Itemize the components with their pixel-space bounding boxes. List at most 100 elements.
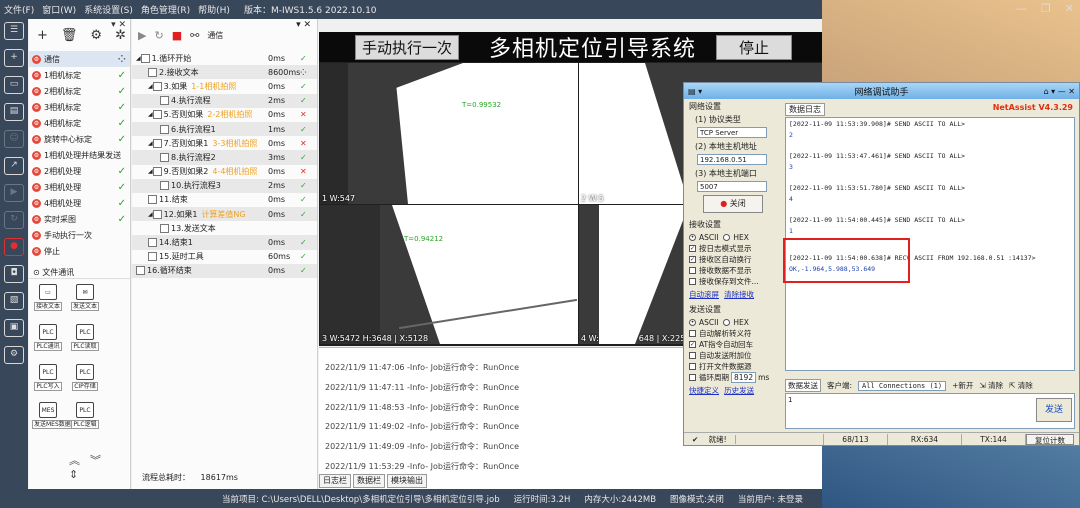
netassist-window-controls[interactable]: ⌂ ▾ — ✕ xyxy=(1044,87,1075,96)
recv-option[interactable]: 接收保存到文件... xyxy=(689,276,782,287)
tool-send-mes[interactable]: MES 发送MES数据 xyxy=(32,402,73,429)
reset-count-button[interactable]: 复位计数 xyxy=(1026,433,1074,445)
play-icon[interactable]: ▶ xyxy=(4,184,24,202)
app-menu-icon[interactable]: ▤ ▾ xyxy=(688,87,702,96)
flow-row[interactable]: ◢ 7.否则如果1 3-3相机拍照 0ms ✕ xyxy=(132,136,317,150)
minimize-icon[interactable]: — xyxy=(1016,2,1027,15)
save-icon[interactable]: ▤ xyxy=(4,103,24,121)
restore-icon[interactable]: ❐ xyxy=(1041,2,1051,15)
flow-row[interactable]: ◢ 9.否则如果2 4-4相机拍照 0ms ✕ xyxy=(132,165,317,179)
flow-row[interactable]: 4.执行流程 2ms ✓ xyxy=(132,93,317,108)
list-item[interactable]: ⚙ 4相机标定 ✓ xyxy=(29,115,130,131)
list-item[interactable]: ⚙ 通信 ⁘ xyxy=(29,51,130,67)
flow-row[interactable]: ◢ 1.循环开始 0ms ✓ xyxy=(132,51,317,65)
recv-option[interactable]: ✓ 按日志模式显示 xyxy=(689,243,782,254)
loop-run-icon[interactable]: ↻ xyxy=(154,29,163,42)
list-item[interactable]: ⚙ 旋转中心标定 ✓ xyxy=(29,131,130,147)
tab-module-output[interactable]: 模块输出 xyxy=(387,474,427,488)
close-connection-button[interactable]: ● 关闭 xyxy=(703,195,763,213)
send-history-link[interactable]: 历史发送 xyxy=(724,386,754,395)
list-item[interactable]: ⚙ 3相机处理 ✓ xyxy=(29,179,130,195)
camera-icon[interactable]: ◘ xyxy=(4,265,24,283)
terminal-icon[interactable]: ▣ xyxy=(4,319,24,337)
send-option[interactable]: 自动发送附加位 xyxy=(689,350,782,361)
list-item[interactable]: ⚙ 3相机标定 ✓ xyxy=(29,99,130,115)
flow-row[interactable]: 6.执行流程1 1ms ✓ xyxy=(132,121,317,137)
data-log-tab[interactable]: 数据日志 xyxy=(785,103,825,116)
tool-send-text[interactable]: ✉ 发送文本 xyxy=(69,284,101,311)
host-select[interactable]: 192.168.0.51 xyxy=(697,154,767,165)
section-file-comm[interactable]: ⊙ 文件通讯 xyxy=(29,267,130,279)
flow-row[interactable]: 14.结束1 0ms ✓ xyxy=(132,235,317,250)
cycle-input[interactable]: 8192 xyxy=(731,372,757,383)
list-item[interactable]: ⚙ 2相机处理 ✓ xyxy=(29,163,130,179)
menu-file[interactable]: 文件(F) xyxy=(0,3,38,16)
send-input[interactable]: 1 xyxy=(785,393,1075,429)
quick-define-link[interactable]: 快捷定义 xyxy=(689,386,719,395)
data-send-tab[interactable]: 数据发送 xyxy=(785,379,821,392)
run-icon[interactable]: ▶ xyxy=(138,29,146,42)
delete-icon[interactable]: 🗑 xyxy=(61,28,78,43)
list-item[interactable]: ⚙ 实时采图 ✓ xyxy=(29,211,130,227)
tool-recv-text[interactable]: ▭ 接收文本 xyxy=(32,284,64,311)
list-item[interactable]: ⚙ 停止 xyxy=(29,243,130,259)
flow-pin-icon[interactable]: ▾ ✕ xyxy=(296,20,311,30)
list-item[interactable]: ⚙ 4相机处理 ✓ xyxy=(29,195,130,211)
manual-run-button[interactable]: 手动执行一次 xyxy=(355,34,460,60)
client-select[interactable]: All Connections (1) xyxy=(858,380,947,391)
menu-window[interactable]: 窗口(W) xyxy=(38,3,80,16)
protocol-select[interactable]: TCP Server xyxy=(697,127,767,138)
recv-option[interactable]: 接收数据不显示 xyxy=(689,265,782,276)
send-format[interactable]: • ASCII HEX xyxy=(689,317,782,328)
send-option[interactable]: 循环周期 8192 ms xyxy=(689,372,782,383)
flow-row[interactable]: 16.循环结束 0ms ✓ xyxy=(132,263,317,278)
tab-log[interactable]: 日志栏 xyxy=(319,474,351,488)
flow-row[interactable]: ◢ 5.否则如果 2-2相机拍照 0ms ✕ xyxy=(132,108,317,122)
stop-button[interactable]: 停止 xyxy=(716,34,793,60)
list-item[interactable]: ⚙ 1相机标定 ✓ xyxy=(29,67,130,83)
menu-help[interactable]: 帮助(H) xyxy=(194,3,234,16)
list-item[interactable]: ⚙ 2相机标定 ✓ xyxy=(29,83,130,99)
chart-icon[interactable]: ↗ xyxy=(4,157,24,175)
close-icon[interactable]: ✕ xyxy=(1065,2,1074,15)
flow-row[interactable]: 15.延时工具 60ms ✓ xyxy=(132,250,317,264)
recv-format[interactable]: • ASCII HEX xyxy=(689,232,782,243)
network-icon[interactable]: ⚯ xyxy=(190,29,199,42)
new-file-icon[interactable]: + xyxy=(4,49,24,67)
menu-settings[interactable]: 系统设置(S) xyxy=(80,3,137,16)
stop-run-icon[interactable]: ■ xyxy=(172,29,182,42)
camera-view-1[interactable]: T=0.99532 1 W:547 xyxy=(320,63,578,204)
new-button[interactable]: +新开 xyxy=(952,380,973,391)
open-folder-icon[interactable]: ▭ xyxy=(4,76,24,94)
port-input[interactable]: 5007 xyxy=(697,181,767,192)
tab-data[interactable]: 数据栏 xyxy=(353,474,385,488)
image-icon[interactable]: ▧ xyxy=(4,292,24,310)
send-option[interactable]: 打开文件数据源 xyxy=(689,361,782,372)
stop-icon[interactable]: ● xyxy=(4,238,24,256)
clear-all-button[interactable]: ⇱ 清除 xyxy=(1009,380,1033,391)
flow-row[interactable]: 8.执行流程2 3ms ✓ xyxy=(132,150,317,165)
list-item[interactable]: ⚙ 1相机处理并结果发送 xyxy=(29,147,130,163)
clear-recv-link[interactable]: 清除接收 xyxy=(724,290,754,299)
list-icon[interactable]: ☰ xyxy=(4,22,24,40)
flow-row[interactable]: 13.发送文本 xyxy=(132,221,317,235)
settings-icon[interactable]: ⚙ xyxy=(4,346,24,364)
flow-row[interactable]: ◢ 12.如果1 计算差值NG 0ms ✓ xyxy=(132,207,317,222)
send-option[interactable]: ✓ AT指令自动回车 xyxy=(689,339,782,350)
loop-icon[interactable]: ↻ xyxy=(4,211,24,229)
menu-roles[interactable]: 角色管理(R) xyxy=(137,3,194,16)
auto-scroll-link[interactable]: 自动滚屏 xyxy=(689,290,719,299)
tool-plc-logic[interactable]: PLC PLC逻辑 xyxy=(69,402,101,429)
flow-row[interactable]: 11.结束 0ms ✓ xyxy=(132,193,317,207)
tool-plc-comm[interactable]: PLC PLC通讯 xyxy=(32,324,64,351)
tool-plc-write[interactable]: PLC PLC写入 xyxy=(32,364,64,391)
add-icon[interactable]: + xyxy=(37,28,48,43)
send-option[interactable]: 自动解析转义符 xyxy=(689,328,782,339)
tool-plc-read[interactable]: PLC PLC读取 xyxy=(69,324,101,351)
send-button[interactable]: 发送 xyxy=(1036,398,1072,422)
user-icon[interactable]: ☺ xyxy=(4,130,24,148)
clear-send-button[interactable]: ⇲ 清除 xyxy=(979,380,1003,391)
camera-view-3[interactable]: T=0.94212 3 W:5472 H:3648 | X:5128 xyxy=(320,205,578,344)
flow-row[interactable]: ◢ 3.如果 1-1相机拍照 0ms ✓ xyxy=(132,79,317,93)
panel-pin-icon[interactable]: ▾ ✕ xyxy=(111,20,126,30)
